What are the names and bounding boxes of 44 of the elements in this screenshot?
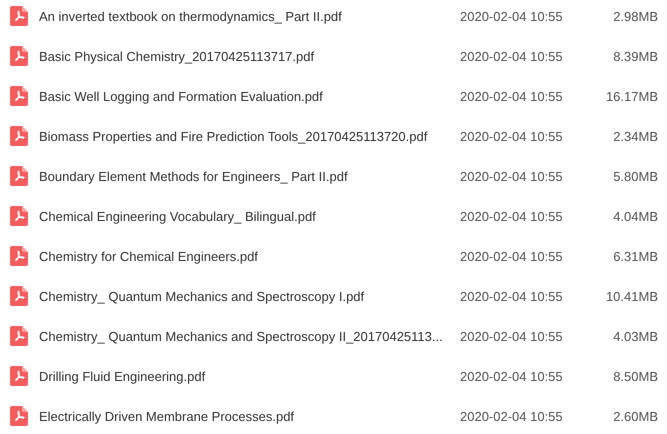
file-size: 4.03MB <box>612 328 658 344</box>
file-size: 4.04MB <box>612 208 658 224</box>
pdf-file-icon <box>10 126 28 146</box>
modified-date: 2020-02-04 10:55 <box>460 408 563 424</box>
file-size: 8.50MB <box>612 368 658 384</box>
file-name[interactable]: Chemistry for Chemical Engineers.pdf <box>39 248 449 264</box>
file-name[interactable]: Chemistry_ Quantum Mechanics and Spectroscopy I.pdf <box>39 288 449 304</box>
modified-date: 2020-02-04 10:55 <box>460 288 563 304</box>
file-name[interactable]: Drilling Fluid Engineering.pdf <box>39 368 449 384</box>
pdf-file-icon <box>10 286 28 306</box>
pdf-file-icon <box>10 46 28 66</box>
file-name[interactable]: Basic Physical Chemistry_20170425113717.pdf <box>39 48 449 64</box>
file-size: 10.41MB <box>604 288 658 304</box>
pdf-file-icon <box>10 166 28 186</box>
pdf-file-icon <box>10 86 28 106</box>
modified-date: 2020-02-04 10:55 <box>460 328 563 344</box>
modified-date: 2020-02-04 10:55 <box>460 368 563 384</box>
file-size: 2.60MB <box>612 408 658 424</box>
pdf-file-icon <box>10 206 28 226</box>
pdf-file-icon <box>10 246 28 266</box>
file-name[interactable]: Electrically Driven Membrane Processes.pdf <box>39 408 449 424</box>
file-name[interactable]: Chemical Engineering Vocabulary_ Bilingual.pdf <box>39 208 449 224</box>
pdf-file-icon <box>10 326 28 346</box>
modified-date: 2020-02-04 10:55 <box>460 8 563 24</box>
file-size: 5.80MB <box>612 168 658 184</box>
file-name[interactable]: Chemistry_ Quantum Mechanics and Spectroscopy II_20170425113... <box>39 328 449 344</box>
modified-date: 2020-02-04 10:55 <box>460 48 563 64</box>
file-size: 2.34MB <box>612 128 658 144</box>
file-name[interactable]: Basic Well Logging and Formation Evaluation.pdf <box>39 88 449 104</box>
file-name[interactable]: An inverted textbook on thermodynamics_ Part II.pdf <box>39 8 449 24</box>
modified-date: 2020-02-04 10:55 <box>460 88 563 104</box>
modified-date: 2020-02-04 10:55 <box>460 208 563 224</box>
file-size: 16.17MB <box>604 88 658 104</box>
file-size: 2.98MB <box>612 8 658 24</box>
pdf-file-icon <box>10 6 28 26</box>
pdf-file-icon <box>10 366 28 386</box>
modified-date: 2020-02-04 10:55 <box>460 128 563 144</box>
file-size: 6.31MB <box>612 248 658 264</box>
file-name[interactable]: Biomass Properties and Fire Prediction Tools_20170425113720.pdf <box>39 128 449 144</box>
file-name[interactable]: Boundary Element Methods for Engineers_ Part II.pdf <box>39 168 449 184</box>
modified-date: 2020-02-04 10:55 <box>460 248 563 264</box>
pdf-file-icon <box>10 406 28 426</box>
file-size: 8.39MB <box>612 48 658 64</box>
modified-date: 2020-02-04 10:55 <box>460 168 563 184</box>
